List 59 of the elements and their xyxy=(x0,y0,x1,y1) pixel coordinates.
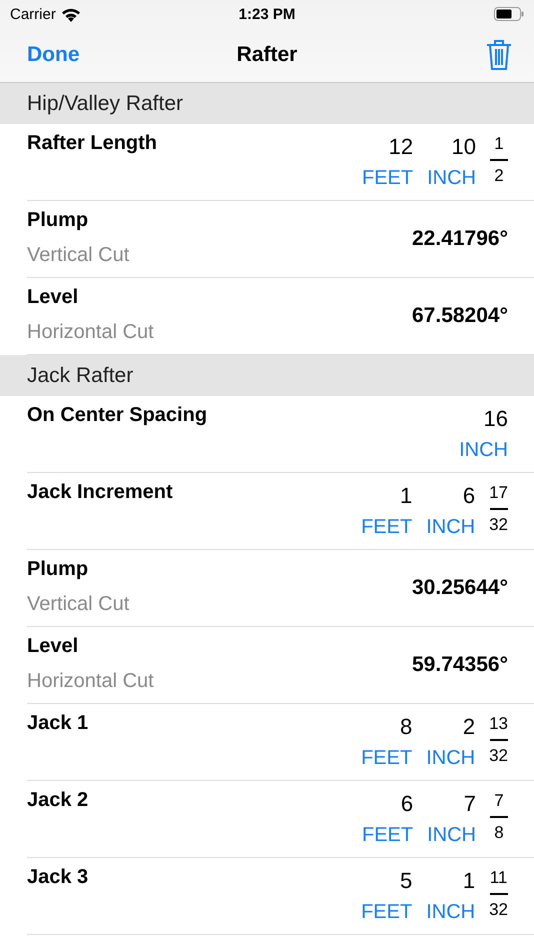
angle-value: 22.41796° xyxy=(412,227,508,251)
feet-value: 6 xyxy=(400,791,414,817)
carrier-label: Carrier xyxy=(10,6,56,22)
inch-value: 16 xyxy=(484,406,508,432)
row-label: Jack 2 xyxy=(27,789,88,812)
inch-value: 1 xyxy=(462,868,476,894)
fraction-denominator: 32 xyxy=(489,746,508,766)
fraction-numerator: 17 xyxy=(489,483,508,503)
section-header: Hip/Valley Rafter xyxy=(27,92,184,116)
wifi-icon xyxy=(60,6,81,22)
unit-label: INCH xyxy=(426,900,476,924)
fraction-denominator: 32 xyxy=(489,900,508,920)
nav-title: Rafter xyxy=(236,43,298,67)
row-label: Jack Increment xyxy=(27,481,173,504)
fraction-denominator: 2 xyxy=(494,166,504,186)
unit-label: INCH xyxy=(427,823,476,847)
feet-value: 12 xyxy=(388,134,414,160)
row-label: Level xyxy=(27,635,80,658)
angle-value: 67.58204° xyxy=(412,304,508,328)
row-label: Plump xyxy=(27,209,90,232)
unit-label: FEET xyxy=(361,515,412,539)
row-label: Jack 1 xyxy=(27,712,88,735)
fraction-numerator: 1 xyxy=(494,134,504,154)
trash-icon[interactable] xyxy=(486,39,512,71)
battery-icon xyxy=(494,7,524,21)
angle-value: 30.25644° xyxy=(412,576,508,600)
fraction-numerator: 7 xyxy=(494,791,504,811)
row-sublabel: Horizontal Cut xyxy=(27,321,154,344)
unit-label: INCH xyxy=(427,166,476,190)
row-label: Plump xyxy=(27,558,90,581)
feet-value: 1 xyxy=(400,483,412,509)
feet-value: 5 xyxy=(400,868,412,894)
row-sublabel: Vertical Cut xyxy=(27,244,130,267)
unit-label: FEET xyxy=(362,166,414,190)
unit-label: INCH xyxy=(426,515,476,539)
fraction-denominator: 32 xyxy=(489,515,508,535)
unit-label: FEET xyxy=(362,823,414,847)
inch-value: 10 xyxy=(452,134,476,160)
unit-label: INCH xyxy=(426,746,476,770)
inch-value: 7 xyxy=(464,791,476,817)
row-sublabel: Vertical Cut xyxy=(27,593,130,616)
unit-label: FEET xyxy=(361,746,412,770)
row-label: On Center Spacing xyxy=(27,404,208,427)
row-label: Jack 3 xyxy=(27,866,88,889)
inch-value: 6 xyxy=(462,483,476,509)
unit-label: INCH xyxy=(459,438,508,462)
fraction-numerator: 11 xyxy=(490,868,508,888)
section-header: Jack Rafter xyxy=(27,364,134,388)
status-time: 1:23 PM xyxy=(238,6,296,22)
unit-label: FEET xyxy=(361,900,412,924)
angle-value: 59.74356° xyxy=(412,653,508,677)
fraction-denominator: 8 xyxy=(494,823,504,843)
done-button[interactable]: Done xyxy=(27,43,80,67)
feet-value: 8 xyxy=(400,714,412,740)
fraction-numerator: 13 xyxy=(489,714,508,734)
row-label: Rafter Length xyxy=(27,132,157,155)
row-sublabel: Horizontal Cut xyxy=(27,670,154,693)
inch-value: 2 xyxy=(462,714,476,740)
row-label: Level xyxy=(27,286,80,309)
